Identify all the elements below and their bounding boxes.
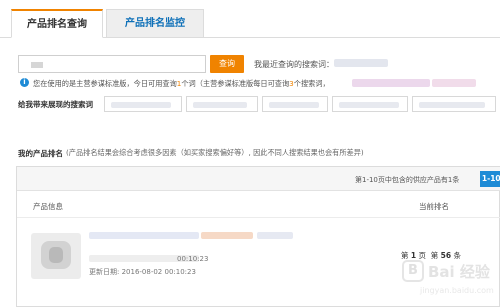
product-title-link-2[interactable] [201,232,253,239]
results-header: 第1-10页中包含的供应产品有1条 1-10页 [17,167,500,191]
section-title: 我的产品排名 [18,149,63,158]
product-title-link[interactable] [89,232,199,239]
tab-product-rank-monitor[interactable]: 产品排名监控 [106,9,204,38]
watermark-text: Bai 经验 [428,263,490,281]
update-date: 更新日期: 2016-08-02 00:10:23 [89,268,196,276]
keyword-chip[interactable] [332,96,408,112]
recent-search-term[interactable] [334,59,388,67]
column-header-current-rank: 当前排名 [419,202,449,211]
tab-bar: 产品排名查询 产品排名监控 [0,0,500,38]
watermark: B Bai 经验 jingyan.baidu.com [402,260,498,304]
result-range-text: 第1-10页中包含的供应产品有1条 [355,176,460,184]
watermark-logo-icon: B [402,260,424,282]
recent-searches-label: 我最近查询的搜索词： [254,60,334,69]
column-header-product-info: 产品信息 [33,202,63,211]
product-title-link-3[interactable] [257,232,293,239]
product-thumbnail[interactable] [31,233,81,279]
section-note: (产品排名结果会综合考虑很多因素（如买家搜索偏好等）, 因此不同人搜索结果也会有… [66,148,364,157]
quota-info-text: 您在使用的是主营参谋标准版，今日可用查询1个词（主营参谋标准版每日可查询3个搜索… [33,79,330,88]
product-time: 00:10:23 [177,255,209,263]
keyword-chip[interactable] [186,96,258,112]
search-input[interactable] [18,55,206,73]
upgrade-link[interactable] [352,79,430,87]
tab-product-rank-query[interactable]: 产品排名查询 [11,9,103,38]
divider [17,217,500,218]
page-range-button[interactable]: 1-10页 [480,171,500,187]
keyword-chip[interactable] [104,96,182,112]
keyword-chip[interactable] [262,96,328,112]
upgrade-link-2[interactable] [432,79,476,87]
info-icon: i [20,78,29,87]
query-button[interactable]: 查询 [210,55,244,73]
keyword-chip[interactable] [412,96,496,112]
watermark-url: jingyan.baidu.com [420,286,494,295]
blurred-search-value [31,62,43,68]
keywords-label: 给我带来展现的搜索词 [18,100,93,109]
